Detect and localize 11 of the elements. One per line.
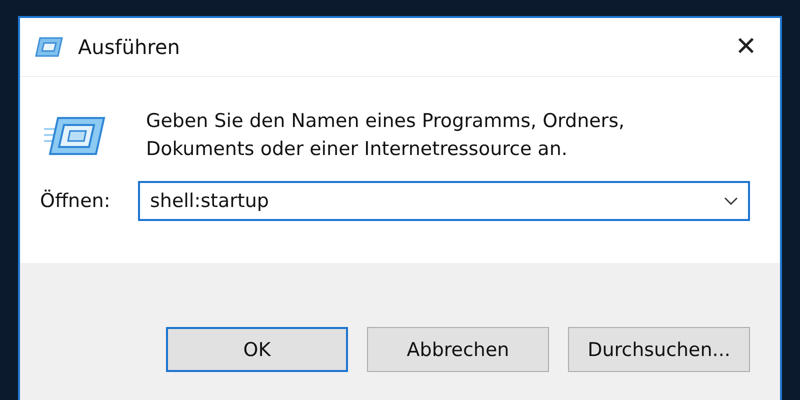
- dialog-button[interactable]: Abbrechen: [367, 327, 549, 372]
- instruction-text: Geben Sie den Namen eines Programms, Ordners, Dokuments oder einer Internetressource an.: [146, 109, 626, 162]
- run-icon: [34, 36, 64, 58]
- dialog-button[interactable]: OK: [166, 327, 348, 372]
- run-icon: [42, 115, 106, 157]
- open-label: Öffnen:: [40, 190, 112, 212]
- open-combobox[interactable]: shell:startup: [138, 181, 750, 221]
- close-button[interactable]: ✕: [716, 22, 776, 72]
- window-title: Ausführen: [78, 35, 181, 59]
- dropdown-chevron-icon[interactable]: [724, 197, 738, 205]
- dialog-button[interactable]: Durchsuchen...: [568, 327, 750, 372]
